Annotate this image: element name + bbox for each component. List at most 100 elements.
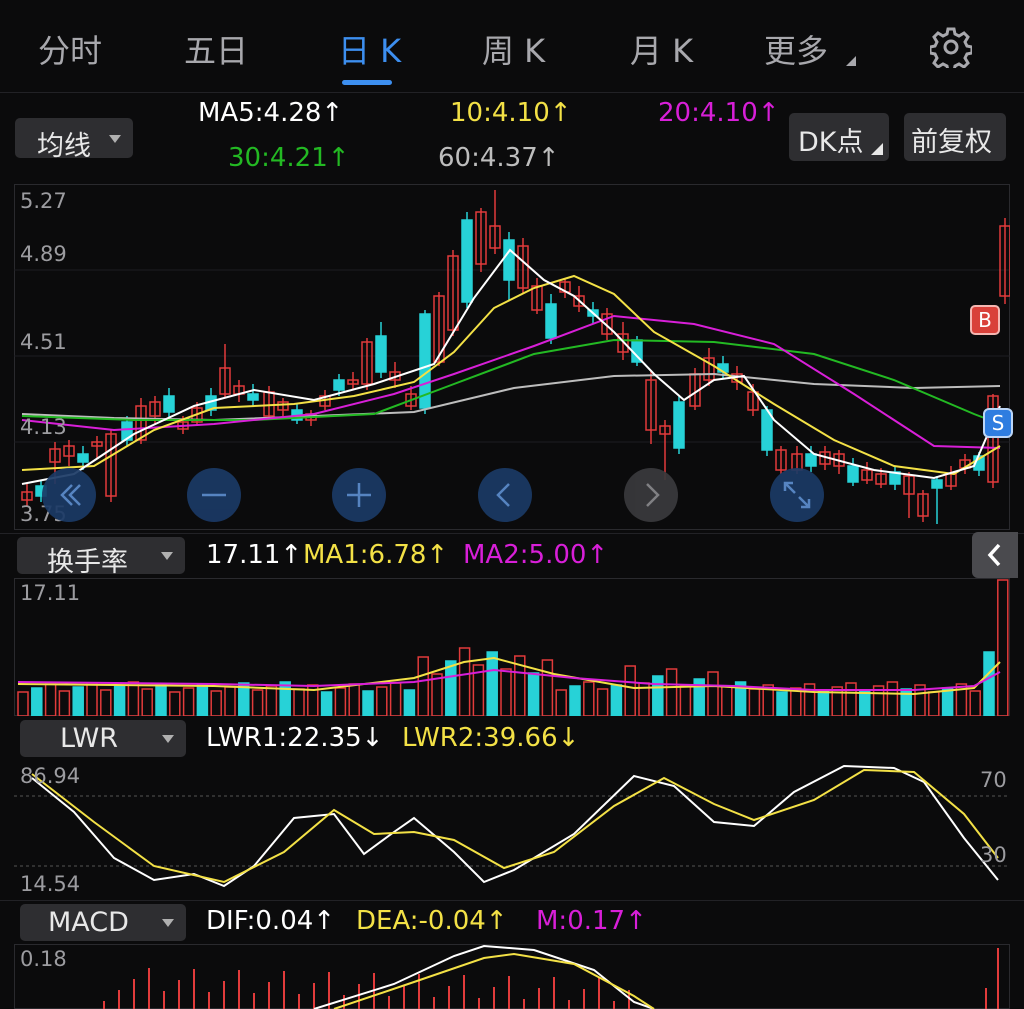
- turnover-bar: [348, 683, 360, 716]
- tab-five-day[interactable]: 五日: [184, 26, 248, 72]
- turnover-bar: [790, 687, 802, 716]
- ma5-value: MA5:4.28↑: [198, 98, 344, 128]
- turnover-select[interactable]: 换手率: [17, 537, 185, 578]
- turnover-bar: [886, 681, 899, 716]
- turnover-bar: [72, 686, 84, 716]
- turnover-ma2: MA2:5.00↑: [463, 540, 609, 570]
- zoom-out-button[interactable]: [187, 468, 241, 522]
- active-tab-underline: [342, 80, 392, 85]
- turnover-bar: [721, 685, 733, 716]
- ma20-value: 20:4.10↑: [658, 98, 780, 128]
- candle-body: [545, 303, 557, 339]
- lwr-select-label: LWR: [60, 723, 119, 754]
- collapse-icon: [987, 543, 1001, 567]
- tab-monthly-k[interactable]: 月 K: [630, 26, 693, 72]
- turnover-bar: [610, 684, 623, 716]
- turnover-bar: [44, 683, 57, 716]
- turnover-bar: [941, 687, 954, 716]
- lwr-chart[interactable]: [14, 762, 1010, 897]
- turnover-bar: [555, 689, 567, 716]
- turnover-bar: [169, 691, 181, 716]
- turnover-bar: [665, 668, 678, 716]
- chevron-down-icon: [162, 919, 174, 927]
- ma10-value: 10:4.10↑: [450, 98, 572, 128]
- candle-body: [931, 479, 943, 489]
- scroll-start-button[interactable]: [42, 468, 96, 522]
- buy-marker[interactable]: B: [970, 305, 1000, 335]
- turnover-bar: [320, 691, 333, 716]
- turnover-bar: [831, 686, 843, 716]
- ma30-value: 30:4.21↑: [228, 143, 350, 173]
- turnover-bar: [748, 688, 761, 716]
- candle-body: [673, 401, 685, 449]
- corner-triangle-icon: [871, 143, 883, 155]
- turnover-bar: [155, 684, 167, 716]
- macd-dea: DEA:-0.04↑: [356, 906, 508, 936]
- macd-select[interactable]: MACD: [20, 904, 186, 941]
- turnover-bar: [624, 665, 636, 716]
- turnover-chart[interactable]: [14, 578, 1010, 716]
- price-axis-label-2: 4.89: [20, 242, 67, 266]
- turnover-bar: [969, 690, 981, 716]
- lwr1-line: [31, 764, 999, 888]
- zoom-in-button[interactable]: [332, 468, 386, 522]
- gear-icon[interactable]: [930, 26, 972, 68]
- ma-select-label: 均线: [37, 131, 91, 162]
- lwr1-value: LWR1:22.35↓: [206, 723, 384, 753]
- turnover-axis-top: 17.11: [20, 581, 81, 605]
- turnover-bar: [279, 681, 291, 716]
- turnover-bar: [182, 687, 195, 716]
- turnover-bar: [31, 687, 43, 716]
- turnover-bar: [652, 675, 664, 716]
- turnover-bar: [431, 673, 443, 716]
- tab-daily-k[interactable]: 日 K: [338, 26, 401, 72]
- turnover-bar: [679, 685, 692, 716]
- turnover-bar: [500, 668, 512, 716]
- zoom-out-icon: [202, 493, 226, 497]
- lwr2-value: LWR2:39.66↓: [402, 723, 580, 753]
- turnover-bar: [224, 686, 236, 716]
- ma20-line: [21, 314, 1001, 449]
- turnover-bar: [86, 682, 98, 716]
- ma-select[interactable]: 均线: [15, 118, 133, 162]
- turnover-bar: [997, 579, 1009, 716]
- tab-weekly-k[interactable]: 周 K: [482, 26, 545, 72]
- adjust-button[interactable]: 前复权: [904, 113, 1006, 161]
- turnover-bar: [983, 651, 995, 716]
- turnover-bar: [458, 647, 471, 716]
- turnover-bar: [113, 685, 126, 716]
- turnover-bar: [210, 690, 222, 716]
- lwr-select[interactable]: LWR: [20, 720, 186, 757]
- turnover-ma1: MA1:6.78↑: [303, 540, 449, 570]
- lwr-axis-bottom: 14.54: [20, 872, 81, 896]
- turnover-select-label: 换手率: [47, 547, 128, 578]
- more-dropdown-icon: [846, 56, 856, 66]
- collapse-panel-button[interactable]: [972, 532, 1018, 578]
- turnover-value: 17.11↑: [206, 540, 303, 570]
- turnover-bar: [486, 651, 498, 716]
- sell-marker[interactable]: S: [983, 408, 1013, 438]
- chevron-down-icon: [162, 735, 174, 743]
- turnover-bar: [527, 672, 540, 716]
- macd-chart[interactable]: [14, 944, 1010, 1009]
- scroll-left-button[interactable]: [478, 468, 532, 522]
- lwr-level-30: 30: [980, 843, 1007, 867]
- dk-point-button[interactable]: DK点: [789, 113, 889, 161]
- scroll-right-button[interactable]: [624, 468, 678, 522]
- turnover-bar: [776, 691, 788, 716]
- right-icon: [646, 483, 660, 507]
- turnover-bar: [196, 683, 209, 716]
- candle-body: [77, 453, 89, 463]
- turnover-bar: [817, 690, 830, 716]
- price-axis-top: 5.27: [20, 189, 67, 213]
- tab-intraday[interactable]: 分时: [38, 26, 102, 72]
- tab-more[interactable]: 更多: [764, 26, 828, 72]
- fullscreen-button[interactable]: [770, 468, 824, 522]
- macd-dif: DIF:0.04↑: [206, 906, 336, 936]
- ma10-line: [21, 274, 1001, 476]
- candle-body: [163, 395, 175, 413]
- lwr2-line: [31, 768, 999, 884]
- candle-body: [805, 453, 817, 467]
- price-axis-label-4: 4.13: [20, 415, 67, 439]
- turnover-bar: [362, 690, 374, 716]
